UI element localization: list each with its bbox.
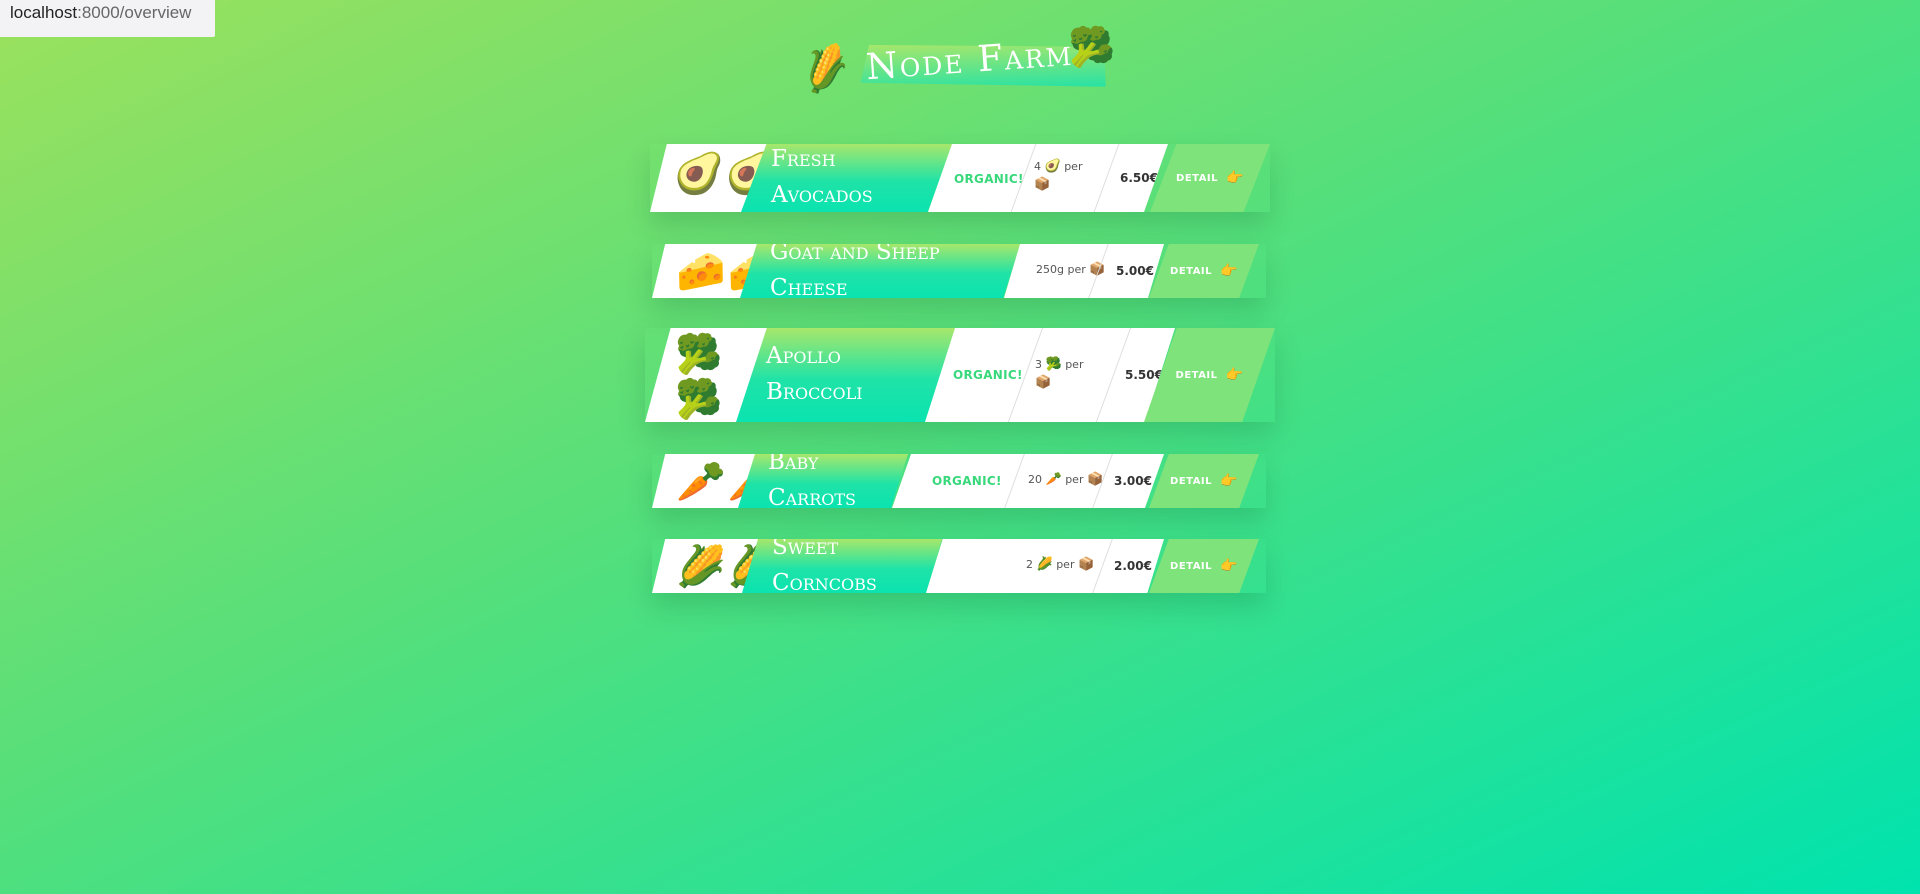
corn-icon: 🌽 xyxy=(676,544,726,590)
price: 5.50€ xyxy=(1125,368,1163,382)
price: 2.00€ xyxy=(1114,559,1152,573)
product-info: ORGANIC! 20 🥕 per 📦 3.00€ xyxy=(892,454,1164,508)
carrot-icon: 🥕 xyxy=(676,459,726,505)
detail-button[interactable]: DETAIL 👉 xyxy=(1149,244,1259,298)
pointing-hand-icon: 👉 xyxy=(1220,263,1238,279)
price: 6.50€ xyxy=(1120,171,1158,185)
organic-badge: ORGANIC! xyxy=(954,172,1024,186)
product-info: ORGANIC! 3 🥦 per 📦 5.50€ xyxy=(925,328,1175,422)
broccoli-icon: 🥦 xyxy=(1045,357,1062,372)
quantity: 2 🌽 per 📦 xyxy=(1026,557,1095,572)
broccoli-icon: 🥦 xyxy=(675,377,723,421)
detail-button[interactable]: DETAIL 👉 xyxy=(1150,144,1270,212)
quantity: 3 🥦 per 📦 xyxy=(1035,357,1084,390)
avocado-icon: 🥑 xyxy=(674,151,724,197)
broccoli-icon: 🥦 xyxy=(1068,25,1116,69)
product-card[interactable]: 🥦 🥦 Apollo Broccoli ORGANIC! 3 🥦 per 📦 5.50… xyxy=(645,328,1275,422)
product-name[interactable]: Baby Carrots xyxy=(738,454,908,508)
header: 🌽 Node Farm 🥦 xyxy=(795,25,1120,106)
product-info: 250g per 📦 5.00€ xyxy=(1004,244,1164,298)
product-name[interactable]: Apollo Broccoli xyxy=(736,328,956,422)
url-host: localhost xyxy=(10,3,78,22)
detail-button[interactable]: DETAIL 👉 xyxy=(1149,539,1259,593)
quantity: 4 🥑 per 📦 xyxy=(1034,159,1083,192)
price: 5.00€ xyxy=(1116,264,1154,278)
corn-icon: 🌽 xyxy=(795,40,856,98)
box-icon: 📦 xyxy=(1035,375,1052,390)
product-card[interactable]: 🥕 🥕 Baby Carrots ORGANIC! 20 🥕 per 📦 3.00… xyxy=(652,454,1266,508)
product-card[interactable]: 🧀🧀 Goat and Sheep Cheese 250g per 📦 5.00… xyxy=(652,244,1266,298)
product-info: ORGANIC! 4 🥑 per 📦 6.50€ xyxy=(928,144,1168,212)
box-icon: 📦 xyxy=(1077,557,1095,572)
product-name[interactable]: Sweet Corncobs xyxy=(742,539,942,593)
broccoli-icon: 🥦 xyxy=(675,332,723,376)
organic-badge: ORGANIC! xyxy=(932,474,1002,488)
product-card[interactable]: 🌽 🌽 Sweet Corncobs 2 🌽 per 📦 2.00€ DETAIL… xyxy=(652,539,1266,593)
pointing-hand-icon: 👉 xyxy=(1220,473,1238,489)
carrot-icon: 🥕 xyxy=(1045,472,1062,487)
product-info: 2 🌽 per 📦 2.00€ xyxy=(926,539,1164,593)
product-name[interactable]: Fresh Avocados xyxy=(741,144,953,212)
pointing-hand-icon: 👉 xyxy=(1226,170,1244,186)
product-name[interactable]: Goat and Sheep Cheese xyxy=(740,244,1020,298)
box-icon: 📦 xyxy=(1034,177,1051,192)
url-path: :8000/overview xyxy=(77,3,192,22)
product-card[interactable]: 🥑 🥑 Fresh Avocados ORGANIC! 4 🥑 per 📦 6.50€… xyxy=(650,144,1270,212)
quantity: 20 🥕 per 📦 xyxy=(1028,472,1104,487)
url-bar[interactable]: localhost:8000/overview xyxy=(0,0,215,37)
organic-badge: ORGANIC! xyxy=(953,368,1023,382)
price: 3.00€ xyxy=(1114,474,1152,488)
detail-button[interactable]: DETAIL 👉 xyxy=(1149,454,1259,508)
avocado-icon: 🥑 xyxy=(1044,159,1061,174)
pointing-hand-icon: 👉 xyxy=(1220,558,1238,574)
cheese-icon: 🧀 xyxy=(676,249,726,295)
corn-icon: 🌽 xyxy=(1036,557,1053,572)
pointing-hand-icon: 👉 xyxy=(1225,367,1244,383)
